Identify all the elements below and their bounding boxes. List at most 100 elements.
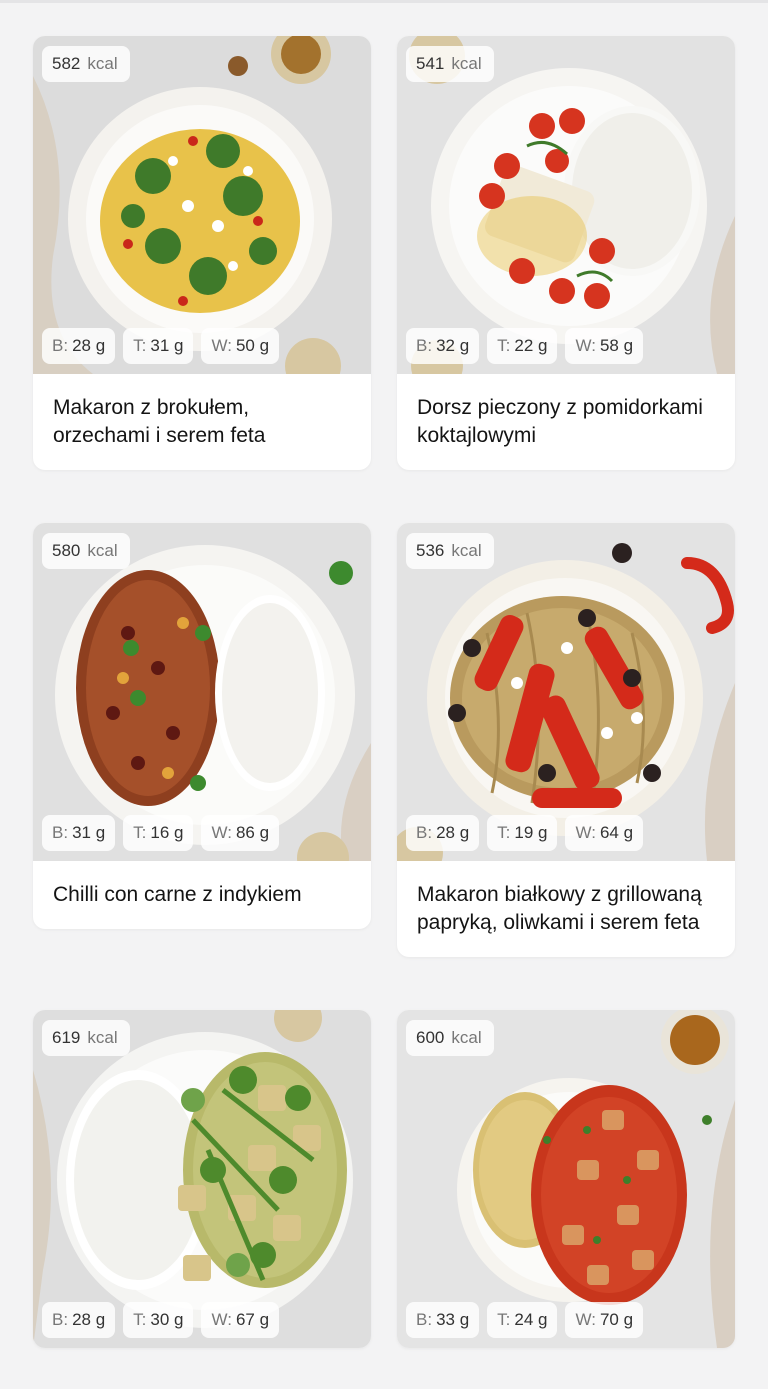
meal-title[interactable]: Chilli con carne z indykiem [33,861,371,929]
meal-photo[interactable]: 541 kcal B: 32 g T: 22 g W: 58 g [397,36,735,374]
protein-value: 32 g [436,336,470,355]
carbs-badge: W: 58 g [565,328,644,364]
fat-badge: T: 22 g [487,328,558,364]
macros-row: B: 28 g T: 19 g W: 64 g [406,815,644,851]
protein-label: B: [416,1310,433,1329]
meal-image [33,1010,371,1348]
meal-card[interactable]: 582 kcal B: 28 g T: 31 g W: 50 g Makaron… [33,36,371,470]
fat-value: 22 g [514,336,548,355]
carbs-badge: W: 70 g [565,1302,644,1338]
kcal-value: 619 [52,1028,81,1047]
protein-label: B: [416,336,433,355]
protein-value: 31 g [72,823,106,842]
kcal-unit: kcal [451,54,482,73]
fat-value: 24 g [514,1310,548,1329]
kcal-unit: kcal [451,1028,482,1047]
fat-badge: T: 24 g [487,1302,558,1338]
protein-label: B: [52,336,69,355]
protein-value: 33 g [436,1310,470,1329]
kcal-badge: 541 kcal [406,46,494,82]
kcal-unit: kcal [451,541,482,560]
kcal-value: 600 [416,1028,445,1047]
meal-photo[interactable]: 619 kcal B: 28 g T: 30 g W: 67 g [33,1010,371,1348]
fat-badge: T: 31 g [123,328,194,364]
carbs-value: 67 g [235,1310,270,1329]
kcal-badge: 582 kcal [42,46,130,82]
protein-label: B: [52,1310,69,1329]
protein-value: 28 g [72,336,106,355]
fat-label: T: [497,823,511,842]
carbs-badge: W: 64 g [565,815,644,851]
kcal-unit: kcal [87,541,118,560]
macros-row: B: 33 g T: 24 g W: 70 g [406,1302,644,1338]
meal-title[interactable]: Makaron białkowy z grillowaną papryką, o… [397,861,735,957]
fat-badge: T: 30 g [123,1302,194,1338]
protein-label: B: [52,823,69,842]
carbs-badge: W: 86 g [201,815,280,851]
fat-value: 31 g [150,336,184,355]
protein-label: B: [416,823,433,842]
macros-row: B: 28 g T: 30 g W: 67 g [42,1302,280,1338]
macros-row: B: 28 g T: 31 g W: 50 g [42,328,280,364]
kcal-badge: 619 kcal [42,1020,130,1056]
fat-label: T: [497,1310,511,1329]
meal-photo[interactable]: 600 kcal B: 33 g T: 24 g W: 70 g [397,1010,735,1348]
carbs-value: 50 g [235,336,270,355]
protein-badge: B: 28 g [42,328,116,364]
carbs-value: 70 g [599,1310,634,1329]
carbs-badge: W: 67 g [201,1302,280,1338]
protein-badge: B: 33 g [406,1302,480,1338]
carbs-value: 86 g [235,823,270,842]
kcal-badge: 600 kcal [406,1020,494,1056]
carbs-label: W: [575,336,596,355]
carbs-label: W: [211,336,232,355]
meal-image [397,523,735,861]
meal-card[interactable]: 541 kcal B: 32 g T: 22 g W: 58 g Dorsz p… [397,36,735,470]
fat-label: T: [133,336,147,355]
protein-badge: B: 31 g [42,815,116,851]
protein-badge: B: 32 g [406,328,480,364]
carbs-label: W: [211,1310,232,1329]
kcal-badge: 536 kcal [406,533,494,569]
protein-value: 28 g [436,823,470,842]
fat-label: T: [497,336,511,355]
kcal-value: 536 [416,541,445,560]
macros-row: B: 32 g T: 22 g W: 58 g [406,328,644,364]
carbs-badge: W: 50 g [201,328,280,364]
meal-card[interactable]: 580 kcal B: 31 g T: 16 g W: 86 g Chilli … [33,523,371,929]
kcal-value: 580 [52,541,81,560]
fat-badge: T: 16 g [123,815,194,851]
protein-badge: B: 28 g [406,815,480,851]
meal-title[interactable]: Dorsz pieczony z pomidorkami koktajlowym… [397,374,735,470]
kcal-unit: kcal [87,54,118,73]
carbs-label: W: [575,823,596,842]
meal-photo[interactable]: 580 kcal B: 31 g T: 16 g W: 86 g [33,523,371,861]
fat-label: T: [133,1310,147,1329]
meal-card[interactable]: 536 kcal B: 28 g T: 19 g W: 64 g Makaron… [397,523,735,957]
kcal-value: 541 [416,54,445,73]
fat-value: 30 g [150,1310,184,1329]
meal-grid: 582 kcal B: 28 g T: 31 g W: 50 g Makaron… [33,36,735,1350]
macros-row: B: 31 g T: 16 g W: 86 g [42,815,280,851]
protein-badge: B: 28 g [42,1302,116,1338]
meal-image [397,1010,735,1348]
meal-photo[interactable]: 582 kcal B: 28 g T: 31 g W: 50 g [33,36,371,374]
meal-title[interactable]: Makaron z brokułem, orzechami i serem fe… [33,374,371,470]
carbs-label: W: [211,823,232,842]
protein-value: 28 g [72,1310,106,1329]
top-divider [0,0,768,3]
kcal-value: 582 [52,54,81,73]
meal-card[interactable]: 619 kcal B: 28 g T: 30 g W: 67 g [33,1010,371,1348]
kcal-badge: 580 kcal [42,533,130,569]
meal-image [397,36,735,374]
fat-value: 16 g [150,823,184,842]
fat-badge: T: 19 g [487,815,558,851]
kcal-unit: kcal [87,1028,118,1047]
meal-image [33,523,371,861]
carbs-value: 58 g [599,336,634,355]
meal-photo[interactable]: 536 kcal B: 28 g T: 19 g W: 64 g [397,523,735,861]
fat-label: T: [133,823,147,842]
fat-value: 19 g [514,823,548,842]
meal-card[interactable]: 600 kcal B: 33 g T: 24 g W: 70 g [397,1010,735,1348]
meal-image [33,36,371,374]
